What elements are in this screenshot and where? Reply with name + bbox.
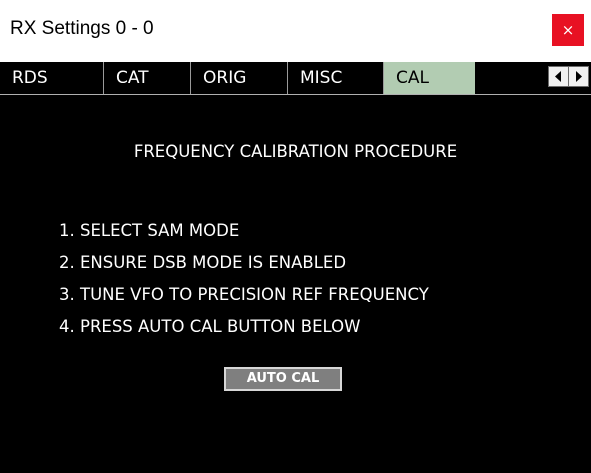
window-title: RX Settings 0 - 0 [10, 18, 154, 39]
tab-scroll-left-button[interactable] [548, 66, 569, 87]
tab-label: MISC [300, 68, 343, 88]
tab-orig[interactable]: ORIG [191, 62, 288, 94]
tab-cat[interactable]: CAT [104, 62, 191, 94]
step-item: 1. SELECT SAM MODE [59, 221, 240, 240]
tab-label: CAL [396, 68, 429, 88]
tab-label: ORIG [203, 68, 247, 88]
step-item: 4. PRESS AUTO CAL BUTTON BELOW [59, 317, 361, 336]
tab-label: RDS [12, 68, 48, 88]
arrow-left-icon [555, 71, 561, 82]
close-icon: × [561, 21, 575, 39]
tab-scroll-right-button[interactable] [568, 66, 589, 87]
tab-cal[interactable]: CAL [384, 62, 475, 94]
title-bar[interactable]: RX Settings 0 - 0 × [0, 0, 591, 62]
step-item: 2. ENSURE DSB MODE IS ENABLED [59, 253, 347, 272]
close-button[interactable]: × [552, 14, 584, 46]
arrow-right-icon [576, 71, 582, 82]
calibration-heading: FREQUENCY CALIBRATION PROCEDURE [133, 142, 458, 161]
calibration-steps: 1. SELECT SAM MODE 2. ENSURE DSB MODE IS… [59, 221, 429, 349]
tab-rds[interactable]: RDS [0, 62, 104, 94]
tab-label: CAT [116, 68, 149, 88]
auto-cal-button[interactable]: AUTO CAL [224, 367, 342, 391]
rx-settings-window: RX Settings 0 - 0 × RDS CAT ORIG MISC CA… [0, 0, 591, 473]
cal-panel: FREQUENCY CALIBRATION PROCEDURE 1. SELEC… [0, 95, 591, 473]
step-item: 3. TUNE VFO TO PRECISION REF FREQUENCY [59, 285, 429, 304]
tab-bar: RDS CAT ORIG MISC CAL [0, 62, 591, 94]
tab-misc[interactable]: MISC [288, 62, 384, 94]
